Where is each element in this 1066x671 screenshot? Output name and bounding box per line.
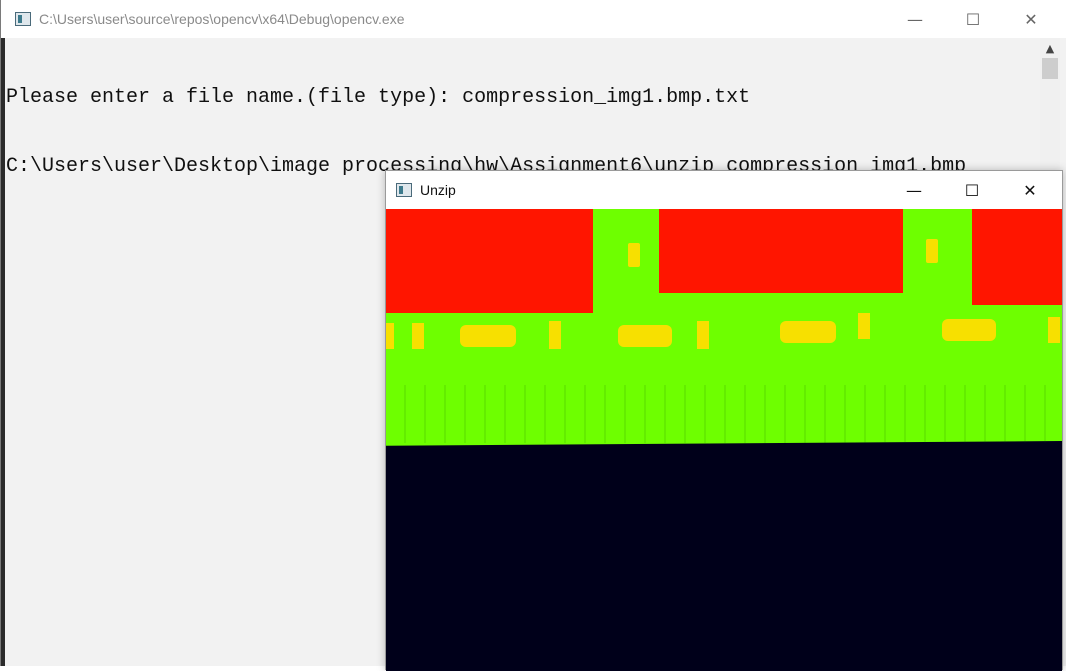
image-red-block-2 (659, 209, 903, 293)
unzip-close-button[interactable]: ✕ (1000, 171, 1060, 209)
image-yellow-marker (460, 325, 516, 347)
unzip-window: Unzip — ☐ ✕ (385, 170, 1063, 671)
image-yellow-marker (618, 325, 672, 347)
background-window-edge (1, 0, 5, 666)
image-yellow-marker (1048, 317, 1060, 343)
image-yellow-marker (697, 321, 709, 349)
console-line-prompt: Please enter a file name.(file type): co… (6, 86, 751, 109)
unzip-minimize-button[interactable]: — (884, 171, 944, 209)
unzip-image (386, 209, 1062, 671)
image-yellow-marker (549, 321, 561, 349)
console-close-button[interactable]: ✕ (1001, 0, 1061, 38)
image-yellow-marker (858, 313, 870, 339)
image-yellow-marker (628, 243, 640, 267)
image-red-block-3 (972, 209, 1062, 305)
close-icon: ✕ (1023, 180, 1037, 200)
console-app-icon (15, 12, 31, 26)
close-icon: ✕ (1024, 9, 1038, 29)
image-yellow-marker (942, 319, 996, 341)
unzip-maximize-button[interactable]: ☐ (942, 171, 1002, 209)
image-yellow-marker (926, 239, 938, 263)
console-titlebar[interactable]: C:\Users\user\source\repos\opencv\x64\De… (1, 0, 1066, 38)
chevron-up-icon[interactable]: ▲ (1040, 38, 1060, 58)
scrollbar-thumb[interactable] (1042, 58, 1058, 79)
minimize-icon: — (907, 9, 923, 29)
image-red-block-1 (386, 209, 593, 313)
console-maximize-button[interactable]: ☐ (943, 0, 1003, 38)
image-yellow-marker (386, 323, 394, 349)
unzip-title: Unzip (420, 182, 456, 198)
unzip-titlebar[interactable]: Unzip — ☐ ✕ (386, 171, 1062, 210)
image-yellow-marker (780, 321, 836, 343)
maximize-icon: ☐ (964, 180, 980, 200)
minimize-icon: — (906, 180, 922, 200)
unzip-app-icon (396, 183, 412, 197)
image-stripes (386, 385, 1062, 443)
console-minimize-button[interactable]: — (885, 0, 945, 38)
maximize-icon: ☐ (965, 9, 981, 29)
image-yellow-marker (412, 323, 424, 349)
console-title: C:\Users\user\source\repos\opencv\x64\De… (39, 11, 405, 27)
